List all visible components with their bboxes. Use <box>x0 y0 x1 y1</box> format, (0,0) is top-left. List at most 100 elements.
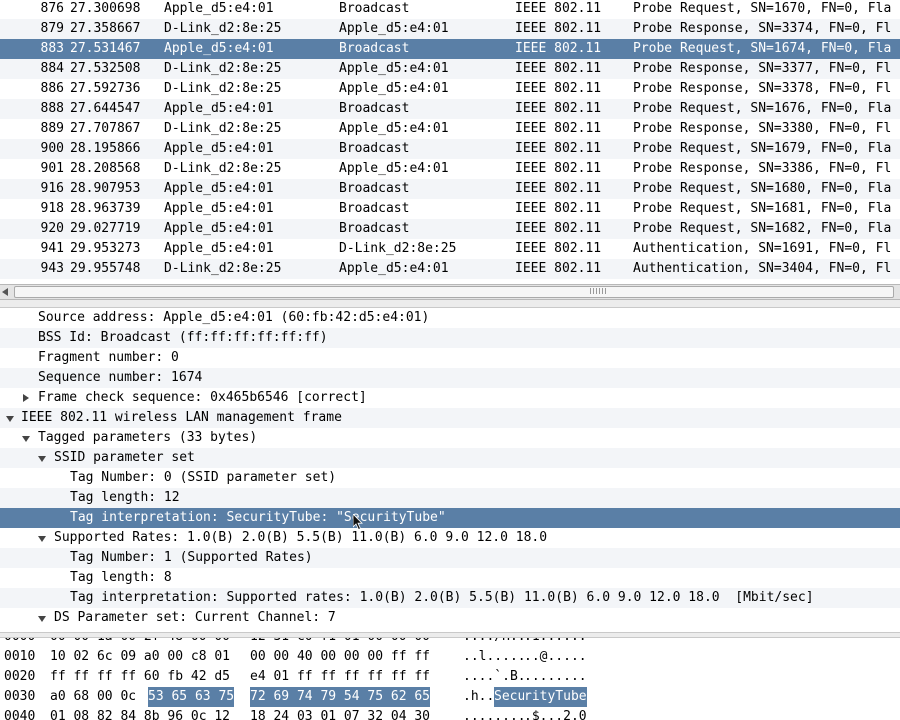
detail-ssid-tag-interpretation[interactable]: Tag interpretation: SecurityTube: "Secur… <box>0 508 900 530</box>
collapse-arrow-icon[interactable] <box>22 436 30 442</box>
packet-destination: Broadcast <box>339 41 410 56</box>
packet-destination: Broadcast <box>339 1 410 16</box>
detail-text: Tagged parameters (33 bytes) <box>38 430 258 445</box>
packet-no: 879 <box>40 21 64 36</box>
packet-row[interactable]: 889 27.707867 D-Link_d2:8e:25 Apple_d5:e4:0… <box>0 119 900 139</box>
packet-protocol: IEEE 802.11 <box>515 41 602 56</box>
collapse-arrow-icon[interactable] <box>38 616 46 622</box>
packet-destination: Apple_d5:e4:01 <box>339 81 449 96</box>
detail-ssid-tag-length[interactable]: Tag length: 12 <box>0 488 900 508</box>
hex-row[interactable]: 0000 00 00 1a 00 2f 48 00 00 12 31 c0 f1 0… <box>0 638 900 647</box>
packet-protocol: IEEE 802.11 <box>515 241 602 256</box>
packet-info: Probe Request, SN=1679, FN=0, Fla <box>633 141 892 156</box>
detail-text: Source address: Apple_d5:e4:01 (60:fb:42… <box>38 310 430 325</box>
detail-mgmt-frame[interactable]: IEEE 802.11 wireless LAN management fram… <box>0 408 900 428</box>
pane-splitter[interactable] <box>0 300 900 308</box>
detail-fragment-number[interactable]: Fragment number: 0 <box>0 348 900 368</box>
collapse-arrow-icon[interactable] <box>38 536 46 542</box>
hex-bytes-highlighted: 72 69 74 79 54 75 62 65 <box>250 687 431 707</box>
detail-text: Tag interpretation: Supported rates: 1.0… <box>70 590 814 605</box>
packet-no: 884 <box>40 61 64 76</box>
hex-bytes: ff ff ff ff 60 fb 42 d5 <box>50 669 231 684</box>
packet-info: Probe Response, SN=3380, FN=0, Fl <box>633 121 892 136</box>
packet-row[interactable]: 883 27.531467 Apple_d5:e4:01 Broadcast IEEE … <box>0 39 900 59</box>
packet-row[interactable]: 884 27.532508 D-Link_d2:8e:25 Apple_d5:e4:0… <box>0 59 900 79</box>
packet-time: 27.707867 <box>70 121 141 136</box>
packet-row[interactable]: 901 28.208568 D-Link_d2:8e:25 Apple_d5:e4:0… <box>0 159 900 179</box>
detail-text: Tag interpretation: SecurityTube: "Secur… <box>70 510 446 525</box>
detail-rates-tag-interpretation[interactable]: Tag interpretation: Supported rates: 1.0… <box>0 588 900 608</box>
packet-row[interactable]: 876 27.300698 Apple_d5:e4:01 Broadcast IEEE … <box>0 0 900 19</box>
detail-ssid-set[interactable]: SSID parameter set <box>0 448 900 468</box>
detail-bss-id[interactable]: BSS Id: Broadcast (ff:ff:ff:ff:ff:ff) <box>0 328 900 348</box>
hex-bytes: 18 24 03 01 07 32 04 30 <box>250 709 431 720</box>
packet-destination: Apple_d5:e4:01 <box>339 261 449 276</box>
hex-row[interactable]: 0010 10 02 6c 09 a0 00 c8 01 00 00 40 00 0… <box>0 647 900 667</box>
packet-source: Apple_d5:e4:01 <box>164 41 274 56</box>
detail-frame-check[interactable]: Frame check sequence: 0x465b6546 [correc… <box>0 388 900 408</box>
ascii-bytes: .$...2.0 <box>524 709 587 720</box>
expand-arrow-icon[interactable] <box>23 394 29 402</box>
detail-ssid-tag-number[interactable]: Tag Number: 0 (SSID parameter set) <box>0 468 900 488</box>
detail-source-address[interactable]: Source address: Apple_d5:e4:01 (60:fb:42… <box>0 308 900 328</box>
packet-protocol: IEEE 802.11 <box>515 161 602 176</box>
packet-row[interactable]: 941 29.953273 Apple_d5:e4:01 D-Link_d2:8e:2… <box>0 239 900 259</box>
detail-sequence-number[interactable]: Sequence number: 1674 <box>0 368 900 388</box>
packet-destination: Apple_d5:e4:01 <box>339 21 449 36</box>
detail-tagged-params[interactable]: Tagged parameters (33 bytes) <box>0 428 900 448</box>
detail-ds-param[interactable]: DS Parameter set: Current Channel: 7 <box>0 608 900 628</box>
packet-list-hscrollbar[interactable] <box>0 284 900 300</box>
ascii-bytes: ........ <box>524 669 587 684</box>
packet-info: Probe Response, SN=3378, FN=0, Fl <box>633 81 892 96</box>
packet-info: Authentication, SN=3404, FN=0, Fl <box>633 261 892 276</box>
packet-source: D-Link_d2:8e:25 <box>164 21 282 36</box>
packet-info: Probe Request, SN=1680, FN=0, Fla <box>633 181 892 196</box>
packet-info: Probe Request, SN=1681, FN=0, Fla <box>633 201 892 216</box>
packet-info: Probe Request, SN=1670, FN=0, Fla <box>633 1 892 16</box>
packet-bytes-pane[interactable]: 0000 00 00 1a 00 2f 48 00 00 12 31 c0 f1 0… <box>0 638 900 720</box>
packet-time: 27.531467 <box>70 41 141 56</box>
ascii-bytes: ........ <box>463 709 526 720</box>
packet-time: 29.955748 <box>70 261 141 276</box>
detail-supported-rates[interactable]: Supported Rates: 1.0(B) 2.0(B) 5.5(B) 11… <box>0 528 900 548</box>
ascii-bytes: .1...... <box>524 638 587 647</box>
detail-text: Supported Rates: 1.0(B) 2.0(B) 5.5(B) 11… <box>54 530 548 545</box>
packet-row[interactable]: 918 28.963739 Apple_d5:e4:01 Broadcast IEEE … <box>0 199 900 219</box>
packet-row[interactable]: 888 27.644547 Apple_d5:e4:01 Broadcast IEEE … <box>0 99 900 119</box>
scroll-left-arrow-icon[interactable] <box>2 288 8 296</box>
packet-info: Probe Response, SN=3374, FN=0, Fl <box>633 21 892 36</box>
detail-text: Tag Number: 1 (Supported Rates) <box>70 550 313 565</box>
packet-details-pane[interactable]: Source address: Apple_d5:e4:01 (60:fb:42… <box>0 308 900 632</box>
packet-row[interactable]: 943 29.955748 D-Link_d2:8e:25 Apple_d5:e4:0… <box>0 259 900 279</box>
detail-text: Tag length: 8 <box>70 570 172 585</box>
collapse-arrow-icon[interactable] <box>6 416 14 422</box>
collapse-arrow-icon[interactable] <box>38 456 46 462</box>
packet-source: Apple_d5:e4:01 <box>164 141 274 156</box>
packet-row[interactable]: 900 28.195866 Apple_d5:e4:01 Broadcast IEEE … <box>0 139 900 159</box>
hex-row[interactable]: 0030 a0 68 00 0c 53 65 63 75 72 69 74 79 5… <box>0 687 900 707</box>
packet-source: D-Link_d2:8e:25 <box>164 61 282 76</box>
packet-protocol: IEEE 802.11 <box>515 181 602 196</box>
packet-protocol: IEEE 802.11 <box>515 201 602 216</box>
detail-rates-tag-length[interactable]: Tag length: 8 <box>0 568 900 588</box>
packet-info: Authentication, SN=1691, FN=0, Fl <box>633 241 892 256</box>
hex-bytes-highlighted: 53 65 63 75 <box>148 687 235 707</box>
packet-time: 29.027719 <box>70 221 141 236</box>
detail-rates-tag-number[interactable]: Tag Number: 1 (Supported Rates) <box>0 548 900 568</box>
packet-time: 28.907953 <box>70 181 141 196</box>
packet-info: Probe Request, SN=1682, FN=0, Fla <box>633 221 892 236</box>
packet-row[interactable]: 886 27.592736 D-Link_d2:8e:25 Apple_d5:e4:0… <box>0 79 900 99</box>
hex-row[interactable]: 0040 01 08 82 84 8b 96 0c 12 18 24 03 01 0… <box>0 707 900 720</box>
packet-row[interactable]: 920 29.027719 Apple_d5:e4:01 Broadcast IEEE … <box>0 219 900 239</box>
packet-row[interactable]: 916 28.907953 Apple_d5:e4:01 Broadcast IEEE … <box>0 179 900 199</box>
hex-offset: 0030 <box>4 689 36 704</box>
packet-time: 27.300698 <box>70 1 141 16</box>
packet-row[interactable]: 879 27.358667 D-Link_d2:8e:25 Apple_d5:e4:0… <box>0 19 900 39</box>
scrollbar-thumb[interactable] <box>14 286 894 298</box>
packet-list-pane[interactable]: 876 27.300698 Apple_d5:e4:01 Broadcast IEEE … <box>0 0 900 283</box>
packet-protocol: IEEE 802.11 <box>515 261 602 276</box>
packet-time: 28.208568 <box>70 161 141 176</box>
detail-text: IEEE 802.11 wireless LAN management fram… <box>21 410 342 425</box>
packet-destination: Broadcast <box>339 141 410 156</box>
hex-row[interactable]: 0020 ff ff ff ff 60 fb 42 d5 e4 01 ff ff f… <box>0 667 900 687</box>
